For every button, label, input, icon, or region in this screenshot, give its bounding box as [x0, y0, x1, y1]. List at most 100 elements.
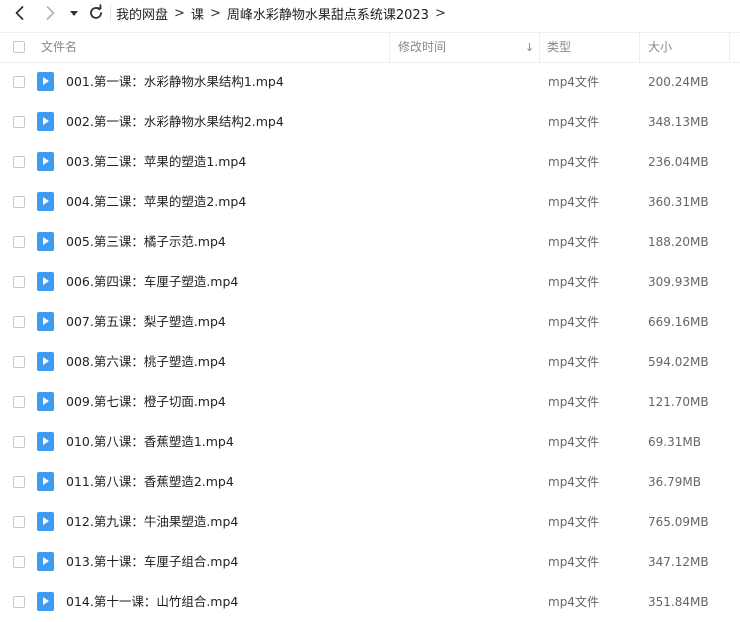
column-header-modified[interactable]: 修改时间	[398, 33, 446, 62]
file-size: 348.13MB	[648, 115, 709, 129]
file-size: 36.79MB	[648, 475, 701, 489]
file-row[interactable]: 013.第十课：车厘子组合.mp4 mp4文件 347.12MB	[0, 542, 740, 582]
caret-down-icon	[70, 11, 78, 16]
breadcrumb: 我的网盘 > 课 > 周峰水彩静物水果甜点系统课2023 >	[116, 0, 446, 26]
video-file-icon	[37, 312, 54, 331]
back-button[interactable]	[10, 3, 30, 23]
file-size: 236.04MB	[648, 155, 709, 169]
file-checkbox[interactable]	[13, 436, 25, 448]
breadcrumb-item-root[interactable]: 我的网盘	[116, 4, 168, 23]
forward-button[interactable]	[40, 3, 60, 23]
refresh-button[interactable]	[86, 3, 106, 23]
file-checkbox[interactable]	[13, 476, 25, 488]
select-all-checkbox[interactable]	[13, 41, 25, 53]
sort-arrow-icon[interactable]: ↓	[525, 33, 534, 62]
breadcrumb-item-folder[interactable]: 课	[191, 4, 204, 23]
file-checkbox[interactable]	[13, 196, 25, 208]
column-divider[interactable]	[729, 33, 730, 62]
column-header-name[interactable]: 文件名	[41, 33, 77, 62]
file-row[interactable]: 012.第九课：牛油果塑造.mp4 mp4文件 765.09MB	[0, 502, 740, 542]
file-name[interactable]: 010.第八课：香蕉塑造1.mp4	[66, 422, 234, 462]
file-checkbox[interactable]	[13, 596, 25, 608]
file-type: mp4文件	[548, 395, 599, 409]
file-size: 669.16MB	[648, 315, 709, 329]
column-divider[interactable]	[639, 33, 640, 62]
video-file-icon	[37, 352, 54, 371]
file-checkbox[interactable]	[13, 276, 25, 288]
file-name[interactable]: 007.第五课：梨子塑造.mp4	[66, 302, 226, 342]
file-name[interactable]: 012.第九课：牛油果塑造.mp4	[66, 502, 238, 542]
file-name[interactable]: 006.第四课：车厘子塑造.mp4	[66, 262, 238, 302]
video-file-icon	[37, 232, 54, 251]
breadcrumb-item-current[interactable]: 周峰水彩静物水果甜点系统课2023	[227, 4, 429, 23]
column-divider[interactable]	[539, 33, 540, 62]
history-dropdown-button[interactable]	[66, 3, 82, 23]
file-name[interactable]: 001.第一课：水彩静物水果结构1.mp4	[66, 62, 284, 102]
file-row[interactable]: 006.第四课：车厘子塑造.mp4 mp4文件 309.93MB	[0, 262, 740, 302]
file-name[interactable]: 008.第六课：桃子塑造.mp4	[66, 342, 226, 382]
file-name[interactable]: 014.第十一课：山竹组合.mp4	[66, 582, 238, 622]
video-file-icon	[37, 192, 54, 211]
file-name[interactable]: 005.第三课：橘子示范.mp4	[66, 222, 226, 262]
file-type: mp4文件	[548, 195, 599, 209]
file-name[interactable]: 004.第二课：苹果的塑造2.mp4	[66, 182, 246, 222]
refresh-icon	[90, 4, 102, 19]
file-row[interactable]: 010.第八课：香蕉塑造1.mp4 mp4文件 69.31MB	[0, 422, 740, 462]
file-type: mp4文件	[548, 355, 599, 369]
file-row[interactable]: 014.第十一课：山竹组合.mp4 mp4文件 351.84MB	[0, 582, 740, 622]
file-row[interactable]: 002.第一课：水彩静物水果结构2.mp4 mp4文件 348.13MB	[0, 102, 740, 142]
video-file-icon	[37, 592, 54, 611]
video-file-icon	[37, 392, 54, 411]
file-checkbox[interactable]	[13, 396, 25, 408]
breadcrumb-separator: >	[174, 5, 185, 21]
column-header-size[interactable]: 大小	[648, 33, 672, 62]
file-type: mp4文件	[548, 595, 599, 609]
file-name[interactable]: 009.第七课：橙子切面.mp4	[66, 382, 226, 422]
file-list: 001.第一课：水彩静物水果结构1.mp4 mp4文件 200.24MB 002.第一…	[0, 62, 740, 622]
file-size: 765.09MB	[648, 515, 709, 529]
file-checkbox[interactable]	[13, 76, 25, 88]
video-file-icon	[37, 432, 54, 451]
file-name[interactable]: 013.第十课：车厘子组合.mp4	[66, 542, 238, 582]
chevron-left-icon	[15, 6, 24, 20]
file-checkbox[interactable]	[13, 236, 25, 248]
file-size: 188.20MB	[648, 235, 709, 249]
video-file-icon	[37, 112, 54, 131]
file-row[interactable]: 011.第八课：香蕉塑造2.mp4 mp4文件 36.79MB	[0, 462, 740, 502]
file-type: mp4文件	[548, 115, 599, 129]
toolbar: 我的网盘 > 课 > 周峰水彩静物水果甜点系统课2023 >	[0, 0, 740, 26]
file-row[interactable]: 005.第三课：橘子示范.mp4 mp4文件 188.20MB	[0, 222, 740, 262]
file-size: 121.70MB	[648, 395, 709, 409]
file-checkbox[interactable]	[13, 556, 25, 568]
file-name[interactable]: 011.第八课：香蕉塑造2.mp4	[66, 462, 234, 502]
video-file-icon	[37, 512, 54, 531]
file-checkbox[interactable]	[13, 516, 25, 528]
file-checkbox[interactable]	[13, 116, 25, 128]
column-header-type[interactable]: 类型	[547, 33, 571, 62]
file-type: mp4文件	[548, 75, 599, 89]
file-list-header: 文件名 修改时间 ↓ 类型 大小	[0, 32, 740, 63]
file-row[interactable]: 003.第二课：苹果的塑造1.mp4 mp4文件 236.04MB	[0, 142, 740, 182]
file-size: 200.24MB	[648, 75, 709, 89]
video-file-icon	[37, 152, 54, 171]
file-checkbox[interactable]	[13, 356, 25, 368]
file-row[interactable]: 009.第七课：橙子切面.mp4 mp4文件 121.70MB	[0, 382, 740, 422]
file-name[interactable]: 002.第一课：水彩静物水果结构2.mp4	[66, 102, 284, 142]
file-row[interactable]: 001.第一课：水彩静物水果结构1.mp4 mp4文件 200.24MB	[0, 62, 740, 102]
video-file-icon	[37, 472, 54, 491]
file-name[interactable]: 003.第二课：苹果的塑造1.mp4	[66, 142, 246, 182]
file-checkbox[interactable]	[13, 316, 25, 328]
file-type: mp4文件	[548, 155, 599, 169]
file-checkbox[interactable]	[13, 156, 25, 168]
file-row[interactable]: 007.第五课：梨子塑造.mp4 mp4文件 669.16MB	[0, 302, 740, 342]
breadcrumb-separator: >	[434, 5, 446, 21]
chevron-right-icon	[46, 6, 55, 20]
file-size: 594.02MB	[648, 355, 709, 369]
file-row[interactable]: 008.第六课：桃子塑造.mp4 mp4文件 594.02MB	[0, 342, 740, 382]
file-row[interactable]: 004.第二课：苹果的塑造2.mp4 mp4文件 360.31MB	[0, 182, 740, 222]
file-size: 347.12MB	[648, 555, 709, 569]
column-divider[interactable]	[389, 33, 390, 62]
file-type: mp4文件	[548, 275, 599, 289]
file-type: mp4文件	[548, 315, 599, 329]
file-size: 309.93MB	[648, 275, 709, 289]
